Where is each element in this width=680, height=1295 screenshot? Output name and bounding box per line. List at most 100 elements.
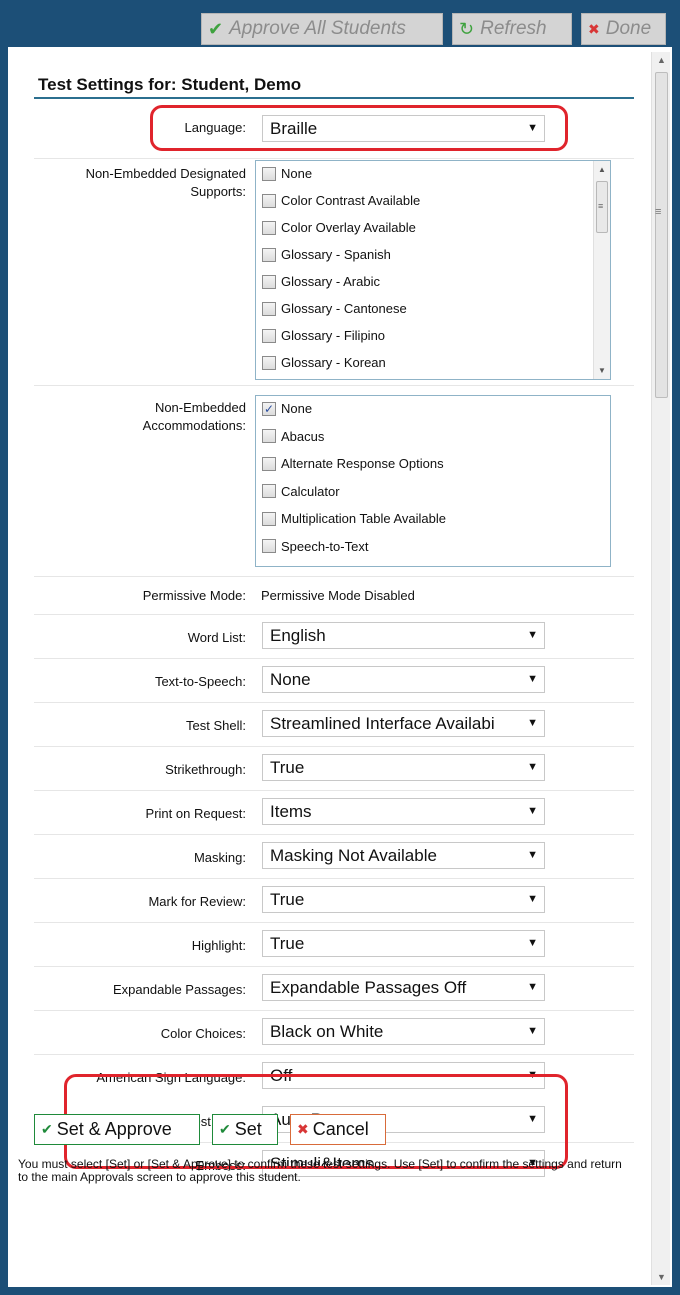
chevron-down-icon: ▼ xyxy=(524,799,538,824)
accommodations-label: Non-Embedded Accommodations: xyxy=(26,399,246,435)
setting-select-value: True xyxy=(270,758,305,777)
designated-support-option[interactable]: Color Overlay Available xyxy=(262,220,416,235)
setting-select[interactable]: True ▼ xyxy=(262,930,545,957)
chevron-down-icon: ▼ xyxy=(524,843,538,868)
row-divider xyxy=(34,658,634,659)
checkbox[interactable] xyxy=(262,429,276,443)
done-label: Done xyxy=(605,18,652,39)
setting-select-value: True xyxy=(270,934,305,953)
scroll-grip-icon: ≡ xyxy=(598,201,604,211)
setting-select[interactable]: Items ▼ xyxy=(262,798,545,825)
checkbox[interactable] xyxy=(262,220,276,235)
accommodations-list[interactable]: ✓ None Abacus Alternate Response Options Cal… xyxy=(255,395,611,567)
checkbox[interactable] xyxy=(262,166,276,181)
designated-supports-list[interactable]: None Color Contrast Available Color Overla… xyxy=(255,160,611,380)
checkbox[interactable] xyxy=(262,247,276,262)
checkbox[interactable] xyxy=(262,274,276,289)
refresh-button[interactable]: ↻ Refresh xyxy=(452,13,572,45)
row-divider xyxy=(34,1010,634,1011)
chevron-down-icon: ▼ xyxy=(524,711,538,736)
checkmark-icon: ✔ xyxy=(219,1121,231,1137)
designated-supports-label-line2: Supports: xyxy=(190,184,246,199)
close-icon: ✖ xyxy=(297,1121,309,1137)
setting-select[interactable]: English ▼ xyxy=(262,622,545,649)
row-divider xyxy=(34,385,634,386)
permissive-mode-value: Permissive Mode Disabled xyxy=(261,588,415,603)
checkbox[interactable] xyxy=(262,328,276,343)
checkbox[interactable] xyxy=(262,539,276,553)
row-divider xyxy=(34,746,634,747)
designated-support-option[interactable]: Glossary - Arabic xyxy=(262,274,380,289)
setting-select[interactable]: Streamlined Interface Availabi ▼ xyxy=(262,710,545,737)
setting-label: Word List: xyxy=(187,630,246,645)
accommodation-label: None xyxy=(281,401,313,416)
page-scrollbar[interactable]: ▲ ≡ ▼ xyxy=(651,52,670,1285)
accommodation-option[interactable]: ✓ None xyxy=(262,401,312,416)
row-divider xyxy=(34,878,634,879)
designated-support-option[interactable]: None xyxy=(262,166,312,181)
cancel-button[interactable]: ✖ Cancel xyxy=(290,1114,386,1145)
set-and-approve-button[interactable]: ✔ Set & Approve xyxy=(34,1114,200,1145)
row-divider xyxy=(34,834,634,835)
setting-select[interactable]: True ▼ xyxy=(262,754,545,781)
setting-select-value: Black on White xyxy=(270,1022,384,1041)
setting-select-value: English xyxy=(270,626,326,645)
designated-support-label: Glossary - Spanish xyxy=(281,247,391,262)
setting-select[interactable]: True ▼ xyxy=(262,886,545,913)
scroll-grip-icon: ≡ xyxy=(655,206,662,218)
chevron-down-icon: ▼ xyxy=(524,1019,538,1044)
refresh-icon: ↻ xyxy=(459,18,475,39)
language-highlight-ring xyxy=(150,105,568,151)
setting-select-value: None xyxy=(270,670,311,689)
chevron-down-icon: ▼ xyxy=(524,931,538,956)
accommodation-option[interactable]: Alternate Response Options xyxy=(262,456,444,471)
setting-label: Masking: xyxy=(193,850,246,865)
confirmation-note: You must select [Set] or [Set & Approve]… xyxy=(18,1157,622,1184)
accommodation-option[interactable]: Speech-to-Text xyxy=(262,539,368,554)
scroll-down-icon[interactable]: ▼ xyxy=(598,366,606,375)
designated-support-option[interactable]: Glossary - Korean xyxy=(262,355,386,370)
row-divider xyxy=(34,158,634,159)
accommodation-label: Multiplication Table Available xyxy=(281,511,447,526)
checkmark-icon: ✔ xyxy=(41,1121,53,1137)
scroll-up-icon[interactable]: ▲ xyxy=(652,52,671,68)
checkmark-icon: ✔ xyxy=(208,18,224,39)
accommodation-label: Abacus xyxy=(281,428,325,444)
approve-all-students-button[interactable]: ✔ Approve All Students xyxy=(201,13,443,45)
checkbox[interactable] xyxy=(262,511,276,526)
accommodation-label: Speech-to-Text xyxy=(281,538,369,554)
set-button[interactable]: ✔ Set xyxy=(212,1114,278,1145)
setting-select-value: Expandable Passages Off xyxy=(270,978,467,997)
page-title: Test Settings for: Student, Demo xyxy=(38,75,302,94)
setting-select[interactable]: Black on White ▼ xyxy=(262,1018,545,1045)
window-frame-left xyxy=(0,0,8,1295)
checkbox[interactable] xyxy=(262,355,276,370)
page-scrollbar-thumb[interactable] xyxy=(655,72,668,398)
setting-select[interactable]: Masking Not Available ▼ xyxy=(262,842,545,869)
accommodation-label: Calculator xyxy=(281,483,340,499)
setting-label: Print on Request: xyxy=(145,806,246,821)
designated-support-option[interactable]: Color Contrast Available xyxy=(262,193,420,208)
accommodation-option[interactable]: Calculator xyxy=(262,484,340,499)
checkbox[interactable] xyxy=(262,456,276,471)
setting-label: Test Shell: xyxy=(186,718,246,733)
designated-support-option[interactable]: Glossary - Spanish xyxy=(262,247,391,262)
scroll-down-icon[interactable]: ▼ xyxy=(652,1269,671,1285)
done-button[interactable]: ✖ Done xyxy=(581,13,666,45)
designated-support-option[interactable]: Glossary - Filipino xyxy=(262,328,385,343)
designated-support-label: Glossary - Cantonese xyxy=(281,301,407,316)
window-frame-right xyxy=(672,0,680,1295)
set-and-approve-label: Set & Approve xyxy=(56,1119,172,1139)
checkbox[interactable] xyxy=(262,484,276,498)
designated-support-option[interactable]: Glossary - Cantonese xyxy=(262,301,407,316)
checkbox[interactable]: ✓ xyxy=(262,401,276,416)
setting-select[interactable]: None ▼ xyxy=(262,666,545,693)
accommodation-option[interactable]: Abacus xyxy=(262,429,324,444)
accommodation-option[interactable]: Multiplication Table Available xyxy=(262,511,446,526)
chevron-down-icon: ▼ xyxy=(524,623,538,648)
checkbox[interactable] xyxy=(262,301,276,316)
checkbox[interactable] xyxy=(262,193,276,208)
scroll-up-icon[interactable]: ▲ xyxy=(598,165,606,174)
setting-select[interactable]: Expandable Passages Off ▼ xyxy=(262,974,545,1001)
designated-supports-scrollbar[interactable]: ▲ ≡ ▼ xyxy=(593,161,610,379)
